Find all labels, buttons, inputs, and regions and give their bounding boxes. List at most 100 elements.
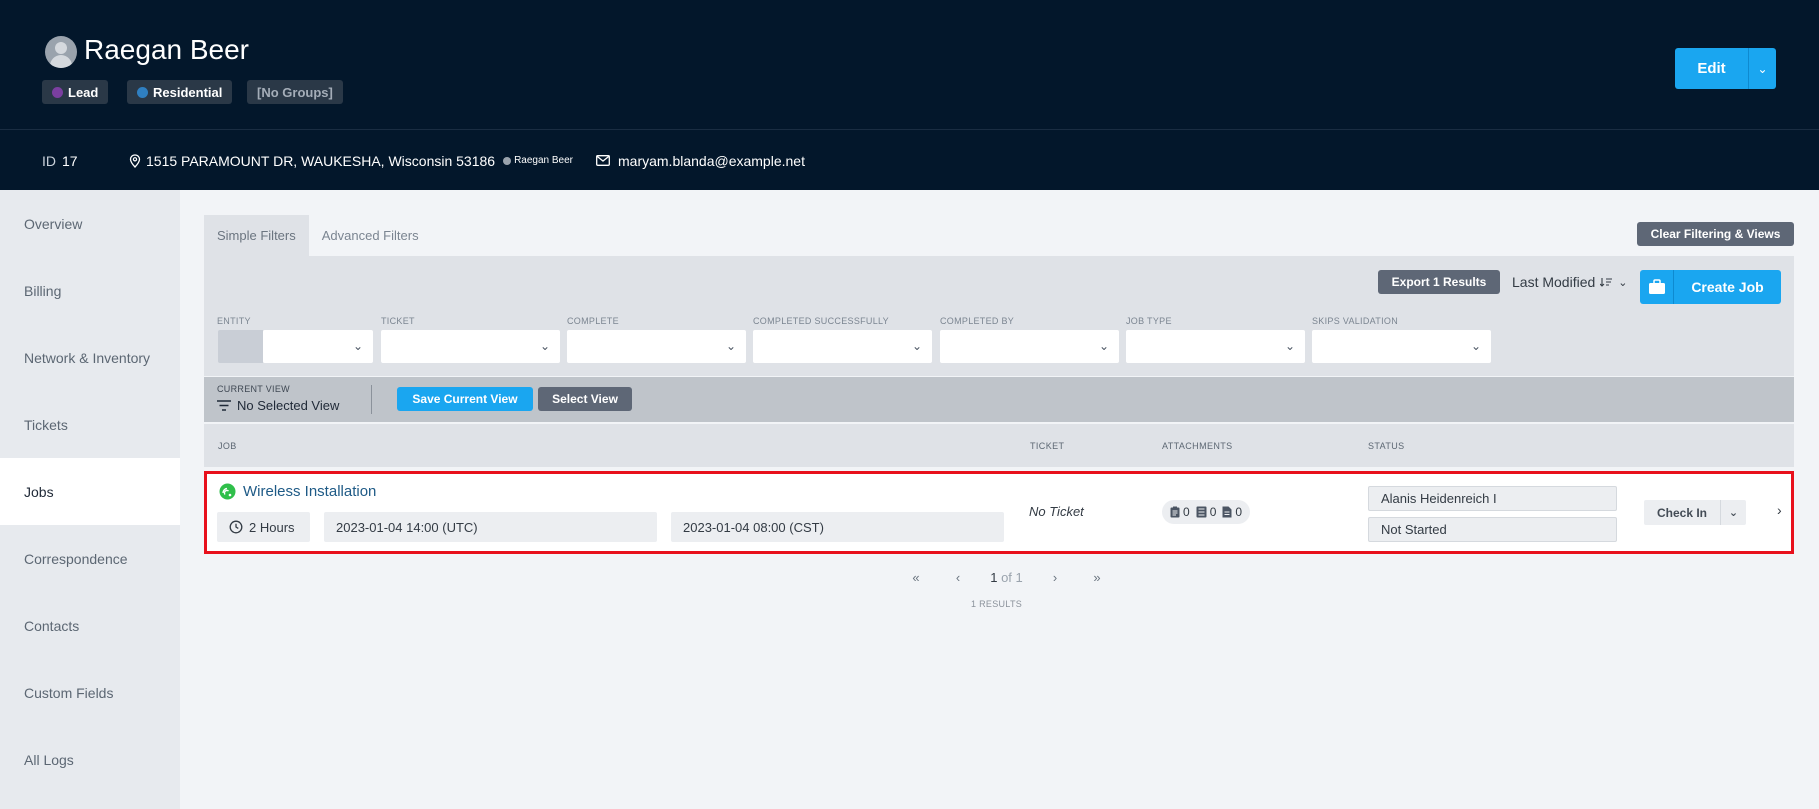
id-value: 17 (62, 152, 78, 169)
current-page: 1 (990, 570, 998, 585)
table-row[interactable]: Wireless Installation 2 Hours 2023-01-04… (204, 471, 1794, 554)
badge-label: Lead (68, 84, 99, 100)
address-owner: Raegan Beer (503, 155, 573, 166)
id-label: ID (42, 152, 56, 169)
lead-dot-icon (52, 86, 63, 98)
save-current-view-button[interactable]: Save Current View (397, 387, 533, 411)
current-view-bar: CURRENT VIEW No Selected View Save Curre… (204, 377, 1794, 422)
file-icon (1222, 506, 1232, 518)
clear-filtering-button[interactable]: Clear Filtering & Views (1637, 222, 1794, 246)
entity-type-swatch[interactable] (218, 330, 263, 363)
previous-page-button[interactable]: ‹ (937, 570, 979, 585)
create-job-button[interactable]: Create Job (1640, 270, 1781, 304)
sort-order-icon (1600, 278, 1613, 287)
complete-filter-select[interactable]: ⌄ (567, 330, 746, 363)
chevron-down-icon: ⌄ (725, 339, 736, 353)
sidebar: Overview Billing Network & Inventory Tic… (0, 190, 180, 809)
sort-label: Last Modified (1512, 274, 1596, 290)
record-header: Raegan Beer Lead Residential [No Groups]… (0, 0, 1819, 190)
table-header: JOB TICKET ATTACHMENTS STATUS (204, 424, 1794, 467)
duration-text: 2 Hours (249, 519, 295, 535)
current-view-label: CURRENT VIEW (217, 384, 290, 394)
pagination: « ‹ 1 of 1 › » (895, 570, 1118, 585)
job-type-filter-select[interactable]: ⌄ (1126, 330, 1305, 363)
attachment-count-documents: 0 (1170, 505, 1190, 519)
sidebar-item-contacts[interactable]: Contacts (0, 592, 180, 659)
tab-advanced-filters[interactable]: Advanced Filters (309, 215, 432, 256)
chevron-right-icon[interactable]: › (1777, 502, 1782, 518)
chevron-down-icon: ⌄ (1728, 507, 1739, 519)
chevron-down-icon: ⌄ (1618, 276, 1628, 289)
entity-filter-select[interactable]: ⌄ (263, 330, 373, 363)
next-page-button[interactable]: › (1034, 570, 1076, 585)
tab-simple-filters[interactable]: Simple Filters (204, 215, 309, 256)
location-pin-icon (129, 153, 141, 168)
completed-by-filter-label: COMPLETED BY (940, 316, 1015, 326)
column-header-ticket[interactable]: TICKET (1030, 441, 1064, 451)
record-name: Raegan Beer (84, 34, 250, 65)
edit-dropdown-toggle[interactable]: ⌄ (1748, 48, 1776, 89)
clipboard-icon (1170, 506, 1180, 518)
sidebar-item-overview[interactable]: Overview (0, 190, 180, 257)
sidebar-item-correspondence[interactable]: Correspondence (0, 525, 180, 592)
badge-label: Residential (153, 84, 223, 100)
column-header-job[interactable]: JOB (218, 441, 237, 451)
scheduled-time-utc: 2023-01-04 14:00 (UTC) (324, 512, 657, 542)
sidebar-item-tickets[interactable]: Tickets (0, 391, 180, 458)
sidebar-item-jobs[interactable]: Jobs (0, 458, 180, 525)
export-button[interactable]: Export 1 Results (1378, 270, 1500, 294)
sidebar-item-all-logs[interactable]: All Logs (0, 726, 180, 793)
duration-chip: 2 Hours (217, 512, 310, 542)
column-header-attachments[interactable]: ATTACHMENTS (1162, 441, 1233, 451)
job-title-link[interactable]: Wireless Installation (219, 483, 376, 500)
sidebar-item-custom-fields[interactable]: Custom Fields (0, 659, 180, 726)
current-view-text: No Selected View (237, 398, 340, 413)
residential-badge: Residential (127, 80, 233, 104)
status-field[interactable]: Not Started (1368, 517, 1617, 542)
ticket-cell: No Ticket (1029, 504, 1084, 519)
chevron-down-icon: ⌄ (539, 339, 550, 353)
scheduled-time-cst: 2023-01-04 08:00 (CST) (671, 512, 1004, 542)
lead-badge: Lead (42, 80, 109, 104)
edit-button-group: Edit ⌄ (1675, 48, 1776, 89)
page-indicator: 1 of 1 (979, 570, 1034, 585)
residential-dot-icon (137, 86, 148, 98)
address[interactable]: 1515 PARAMOUNT DR, WAUKESHA, Wisconsin 5… (128, 153, 573, 169)
last-page-button[interactable]: » (1076, 570, 1118, 585)
current-view-value: No Selected View (217, 398, 339, 413)
attachment-count: 0 (1209, 505, 1217, 519)
skips-validation-filter-select[interactable]: ⌄ (1312, 330, 1491, 363)
column-header-status[interactable]: STATUS (1368, 441, 1405, 451)
results-count: 1 RESULTS (971, 599, 1023, 609)
attachments-pill[interactable]: 0 0 0 (1162, 500, 1251, 524)
assignee-field[interactable]: Alanis Heidenreich I (1368, 486, 1617, 511)
sidebar-item-network-inventory[interactable]: Network & Inventory (0, 324, 180, 391)
check-in-dropdown-toggle[interactable]: ⌄ (1720, 500, 1746, 525)
info-bar: ID 17 1515 PARAMOUNT DR, WAUKESHA, Wiscon… (0, 131, 1819, 190)
completed-by-filter-select[interactable]: ⌄ (940, 330, 1119, 363)
check-in-button-group: Check In ⌄ (1644, 500, 1746, 525)
attachment-count: 0 (1235, 505, 1243, 519)
envelope-icon (596, 155, 610, 166)
sidebar-item-billing[interactable]: Billing (0, 257, 180, 324)
sort-dropdown[interactable]: Last Modified ⌄ (1512, 274, 1628, 290)
completed-successfully-filter-select[interactable]: ⌄ (753, 330, 932, 363)
email-text: maryam.blanda@example.net (618, 152, 805, 169)
attachment-count: 0 (1183, 505, 1190, 519)
job-type-filter-label: JOB TYPE (1126, 316, 1172, 326)
edit-button[interactable]: Edit (1675, 48, 1748, 89)
ticket-filter-label: TICKET (381, 316, 415, 326)
briefcase-icon (1640, 270, 1674, 304)
select-view-button[interactable]: Select View (538, 387, 632, 411)
check-in-button[interactable]: Check In (1644, 500, 1720, 525)
email[interactable]: maryam.blanda@example.net (596, 153, 805, 169)
create-job-label: Create Job (1691, 279, 1764, 295)
filter-tabs: Simple Filters Advanced Filters (204, 215, 432, 256)
attachment-count-files: 0 (1222, 505, 1242, 519)
ticket-filter-select[interactable]: ⌄ (381, 330, 560, 363)
chevron-down-icon: ⌄ (352, 339, 363, 353)
entity-filter-label: ENTITY (217, 316, 251, 326)
first-page-button[interactable]: « (895, 570, 937, 585)
chevron-down-icon: ⌄ (1284, 339, 1295, 353)
chevron-down-icon: ⌄ (1470, 339, 1481, 353)
